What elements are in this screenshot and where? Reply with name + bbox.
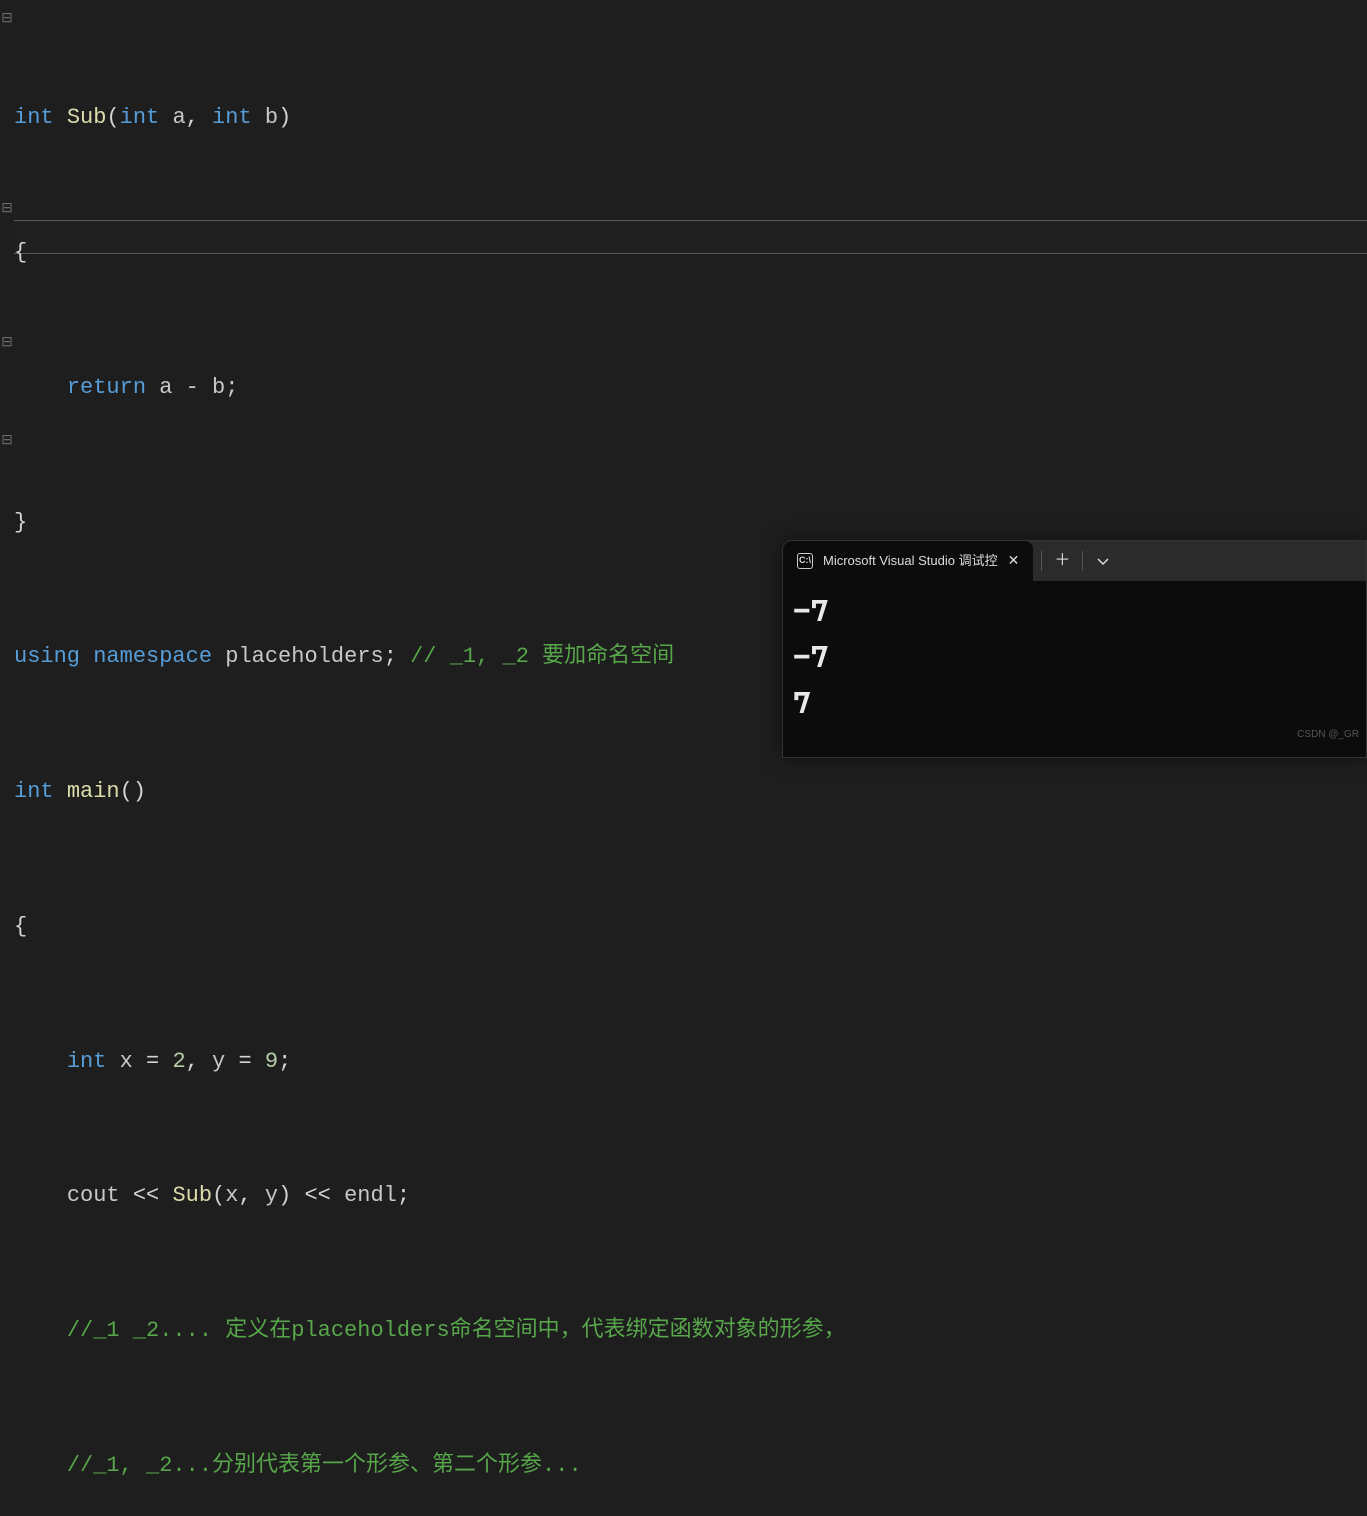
brace-close: }: [14, 510, 27, 535]
new-tab-button[interactable]: ＋: [1044, 545, 1080, 577]
brace-open: {: [14, 240, 27, 265]
fold-marker[interactable]: ⊟: [0, 3, 14, 37]
divider: [1041, 551, 1042, 571]
output-line: -7: [793, 635, 1356, 681]
arg: x: [225, 1183, 238, 1208]
variable: x: [120, 1049, 133, 1074]
comment-text: //_1 _2.... 定义在placeholders命名空间中，代表绑定函数对…: [67, 1318, 846, 1343]
terminal-tab-bar: C:\ Microsoft Visual Studio 调试控 ✕ ＋: [783, 541, 1366, 581]
close-icon[interactable]: ✕: [1008, 544, 1020, 578]
keyword-using: using: [14, 644, 80, 669]
keyword-int: int: [14, 779, 54, 804]
terminal-tab[interactable]: C:\ Microsoft Visual Studio 调试控 ✕: [783, 541, 1033, 581]
output-line: -7: [793, 589, 1356, 635]
namespace-name: placeholders: [225, 644, 383, 669]
watermark-text: CSDN @_GR: [1297, 718, 1359, 752]
tab-actions: ＋: [1041, 545, 1121, 577]
debug-console-window[interactable]: C:\ Microsoft Visual Studio 调试控 ✕ ＋ -7 -…: [782, 540, 1367, 758]
function-call: Sub: [172, 1183, 212, 1208]
folding-gutter[interactable]: ⊟ ⊟ ⊟ ⊟: [0, 0, 14, 758]
identifier: cout: [67, 1183, 120, 1208]
expression: a - b;: [159, 375, 238, 400]
keyword-int: int: [67, 1049, 107, 1074]
param: a: [172, 105, 185, 130]
fold-marker[interactable]: ⊟: [0, 425, 14, 459]
arg: y: [265, 1183, 278, 1208]
tab-dropdown-button[interactable]: [1085, 545, 1121, 577]
paren-open: (: [106, 105, 119, 130]
terminal-output[interactable]: -7 -7 7: [783, 581, 1366, 735]
chevron-down-icon: [1096, 554, 1110, 568]
comment-text: //_1, _2...分别代表第一个形参、第二个形参...: [67, 1453, 582, 1478]
fold-marker[interactable]: ⊟: [0, 193, 14, 227]
console-icon: C:\: [797, 553, 813, 569]
number-literal: 2: [172, 1049, 185, 1074]
brace-open: {: [14, 914, 27, 939]
identifier: endl: [344, 1183, 397, 1208]
terminal-tab-title: Microsoft Visual Studio 调试控: [823, 544, 998, 578]
variable: y: [212, 1049, 225, 1074]
keyword-namespace: namespace: [93, 644, 212, 669]
divider: [1082, 551, 1083, 571]
output-line: 7: [793, 681, 1356, 727]
fold-marker[interactable]: ⊟: [0, 327, 14, 361]
function-name: main: [67, 779, 120, 804]
keyword-return: return: [67, 375, 146, 400]
keyword-int: int: [120, 105, 160, 130]
keyword-int: int: [212, 105, 252, 130]
comment-text: // _1, _2 要加命名空间: [410, 644, 674, 669]
keyword-int: int: [14, 105, 54, 130]
code-content[interactable]: int Sub(int a, int b) { return a - b; } …: [14, 0, 947, 1516]
param: b: [265, 105, 278, 130]
number-literal: 9: [265, 1049, 278, 1074]
function-name: Sub: [67, 105, 107, 130]
